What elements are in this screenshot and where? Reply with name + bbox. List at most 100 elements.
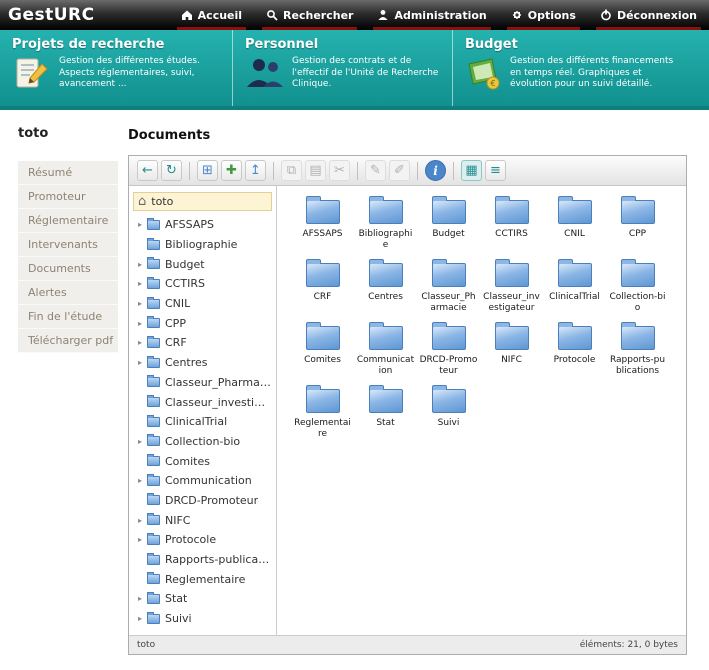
tree-folder[interactable]: ▸ Communication <box>133 471 272 491</box>
tree-folder[interactable]: ▸ Budget <box>133 254 272 274</box>
expand-arrow-icon[interactable]: ▸ <box>138 220 147 229</box>
expand-arrow-icon[interactable]: ▸ <box>138 516 147 525</box>
paste-button[interactable]: ▤ <box>305 160 326 181</box>
expand-arrow-icon[interactable]: ▸ <box>138 476 147 485</box>
folder-icon <box>147 355 160 368</box>
banner-budget[interactable]: Budget € Gestion des différents financem… <box>453 30 709 106</box>
grid-folder[interactable]: Suivi <box>417 385 480 446</box>
grid-folder[interactable]: Reglementaire <box>291 385 354 446</box>
grid-folder[interactable]: Rapports-publications <box>606 322 669 383</box>
tree-folder[interactable]: Bibliographie <box>133 235 272 255</box>
expand-arrow-icon[interactable]: ▸ <box>138 594 147 603</box>
grid-folder[interactable]: CPP <box>606 196 669 257</box>
tree-folder[interactable]: ▸ AFSSAPS <box>133 215 272 235</box>
tree-folder[interactable]: ▸ Stat <box>133 589 272 609</box>
grid-folder-label: Centres <box>368 292 403 302</box>
new-folder-button[interactable]: ⊞ <box>197 160 218 181</box>
grid-folder[interactable]: ClinicalTrial <box>543 259 606 320</box>
folder-icon <box>368 259 403 287</box>
grid-folder[interactable]: AFSSAPS <box>291 196 354 257</box>
tree-folder[interactable]: ▸ Protocole <box>133 530 272 550</box>
tree-folder[interactable]: ▸ Suivi <box>133 609 272 629</box>
grid-folder[interactable]: Budget <box>417 196 480 257</box>
grid-folder[interactable]: CNIL <box>543 196 606 257</box>
sidebar-item-intervenants[interactable]: Intervenants <box>18 233 118 257</box>
view-icons-button[interactable]: ▦ <box>461 160 482 181</box>
page-content: toto Résumé Promoteur Réglementaire Interve… <box>0 110 709 655</box>
grid-folder[interactable]: Protocole <box>543 322 606 383</box>
grid-folder[interactable]: NIFC <box>480 322 543 383</box>
grid-folder[interactable]: Collection-bio <box>606 259 669 320</box>
grid-folder[interactable]: CRF <box>291 259 354 320</box>
view-list-button[interactable]: ≡ <box>485 160 506 181</box>
svg-text:€: € <box>490 79 495 88</box>
grid-folder[interactable]: Comites <box>291 322 354 383</box>
reload-button[interactable]: ↻ <box>161 160 182 181</box>
tree-folder[interactable]: Reglementaire <box>133 569 272 589</box>
rename-button[interactable]: ✎ <box>365 160 386 181</box>
expand-arrow-icon[interactable]: ▸ <box>138 260 147 269</box>
edit-button[interactable]: ✐ <box>389 160 410 181</box>
tree-folder[interactable]: ▸ CCTIRS <box>133 274 272 294</box>
grid-folder-label: Communication <box>356 355 415 377</box>
tree-folder-label: ClinicalTrial <box>165 415 228 429</box>
nav-options[interactable]: Options <box>499 0 588 30</box>
sidebar-item-fin-de-l-tude[interactable]: Fin de l'étude <box>18 305 118 329</box>
tree-folder[interactable]: ClinicalTrial <box>133 412 272 432</box>
tree-root-label: toto <box>151 195 174 208</box>
banner-projets-de-recherche[interactable]: Projets de recherche Gestion des différe… <box>0 30 233 106</box>
grid-folder[interactable]: Classeur_Pharmacie <box>417 259 480 320</box>
sidebar-item-promoteur[interactable]: Promoteur <box>18 185 118 209</box>
sidebar-item-t-l-charger-pdf[interactable]: Télécharger pdf <box>18 329 118 353</box>
info-button[interactable]: i <box>425 160 446 181</box>
nav-administration[interactable]: Administration <box>365 0 498 30</box>
expand-arrow-icon[interactable]: ▸ <box>138 319 147 328</box>
banner-personnel[interactable]: Personnel Gestion des contrats et de l'e… <box>233 30 453 106</box>
grid-folder[interactable]: Communication <box>354 322 417 383</box>
expand-arrow-icon[interactable]: ▸ <box>138 614 147 623</box>
copy-button[interactable]: ⧉ <box>281 160 302 181</box>
sidebar-item-r-glementaire[interactable]: Réglementaire <box>18 209 118 233</box>
tree-folder[interactable]: Classeur_investigateur <box>133 392 272 412</box>
tree-folder[interactable]: ▸ CRF <box>133 333 272 353</box>
expand-arrow-icon[interactable]: ▸ <box>138 437 147 446</box>
grid-folder[interactable]: Bibliographie <box>354 196 417 257</box>
tree-root[interactable]: ⌂ toto <box>133 192 272 211</box>
grid-folder[interactable]: DRCD-Promoteur <box>417 322 480 383</box>
grid-folder[interactable]: CCTIRS <box>480 196 543 257</box>
tree-folder[interactable]: DRCD-Promoteur <box>133 491 272 511</box>
sidebar-item-r-sum-[interactable]: Résumé <box>18 161 118 185</box>
tree-folder[interactable]: ▸ CNIL <box>133 294 272 314</box>
back-button[interactable]: ← <box>137 160 158 181</box>
expand-arrow-icon[interactable]: ▸ <box>138 535 147 544</box>
tree-folder[interactable]: ▸ NIFC <box>133 510 272 530</box>
sidebar-item-alertes[interactable]: Alertes <box>18 281 118 305</box>
tree-folder[interactable]: Classeur_Pharmacie <box>133 373 272 393</box>
tree-folder[interactable]: Rapports-publications <box>133 550 272 570</box>
expand-arrow-icon[interactable]: ▸ <box>138 279 147 288</box>
folder-icon <box>147 552 160 565</box>
nav-accueil[interactable]: Accueil <box>169 0 254 30</box>
folder-icon <box>305 259 340 287</box>
fm-status-bar: toto éléments: 21, 0 bytes <box>129 635 686 654</box>
new-file-button[interactable]: ✚ <box>221 160 242 181</box>
grid-folder[interactable]: Centres <box>354 259 417 320</box>
tree-folder[interactable]: Comites <box>133 451 272 471</box>
tree-folder[interactable]: ▸ Centres <box>133 353 272 373</box>
expand-arrow-icon[interactable]: ▸ <box>138 338 147 347</box>
grid-folder[interactable]: Classeur_investigateur <box>480 259 543 320</box>
tree-folder[interactable]: ▸ CPP <box>133 313 272 333</box>
sidebar-item-documents[interactable]: Documents <box>18 257 118 281</box>
tree-folder[interactable]: ▸ Collection-bio <box>133 432 272 452</box>
tree-folder-label: Classeur_investigateur <box>165 395 272 409</box>
folder-icon <box>620 196 655 224</box>
grid-folder[interactable]: Stat <box>354 385 417 446</box>
expand-arrow-icon[interactable]: ▸ <box>138 299 147 308</box>
expand-arrow-icon[interactable]: ▸ <box>138 358 147 367</box>
upload-button[interactable]: ↥ <box>245 160 266 181</box>
cut-button[interactable]: ✂ <box>329 160 350 181</box>
nav-deconnexion[interactable]: Déconnexion <box>588 0 709 30</box>
grid-folder-label: Comites <box>304 355 341 365</box>
tree-folder-label: Bibliographie <box>165 238 238 252</box>
nav-rechercher[interactable]: Rechercher <box>254 0 365 30</box>
